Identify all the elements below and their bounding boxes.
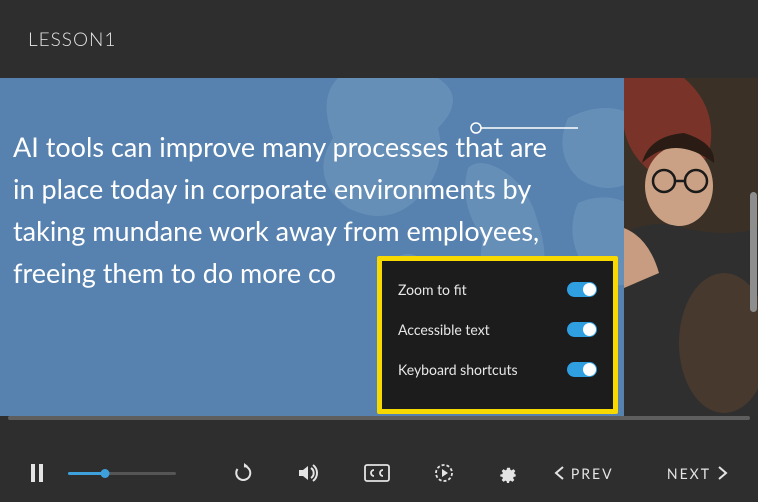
settings-button[interactable] <box>498 463 518 483</box>
playback-speed-icon <box>434 463 454 483</box>
vertical-scrollbar[interactable] <box>750 192 757 312</box>
chevron-left-icon <box>554 466 565 480</box>
settings-panel: Zoom to fit Accessible text Keyboard sho… <box>377 256 618 414</box>
slide-progress-strip <box>8 416 750 420</box>
cc-icon <box>364 463 390 483</box>
lesson-title: LESSON1 <box>28 28 116 51</box>
prev-button[interactable]: PREV <box>554 465 614 482</box>
volume-button[interactable] <box>298 463 320 483</box>
playback-speed-button[interactable] <box>434 463 454 483</box>
replay-button[interactable] <box>234 463 254 483</box>
slide-photo <box>624 78 758 416</box>
player-frame: LESSON1 AI tools can improve ma <box>0 0 758 502</box>
next-label: NEXT <box>667 465 711 482</box>
settings-row-keyboard-shortcuts: Keyboard shortcuts <box>398 361 597 378</box>
settings-row-accessible-text: Accessible text <box>398 321 597 338</box>
prev-label: PREV <box>571 465 614 482</box>
pause-icon <box>30 464 44 482</box>
toggle-accessible-text[interactable] <box>567 322 597 337</box>
chevron-right-icon <box>717 466 728 480</box>
seek-fill <box>68 472 105 475</box>
next-button[interactable]: NEXT <box>667 465 728 482</box>
toggle-keyboard-shortcuts[interactable] <box>567 362 597 377</box>
seek-handle[interactable] <box>100 469 109 478</box>
captions-button[interactable] <box>364 463 390 483</box>
player-controls: PREV NEXT <box>0 444 758 502</box>
pause-button[interactable] <box>30 464 44 482</box>
settings-label: Keyboard shortcuts <box>398 361 518 378</box>
settings-row-zoom: Zoom to fit <box>398 281 597 298</box>
settings-label: Zoom to fit <box>398 281 467 298</box>
replay-icon <box>234 463 254 483</box>
volume-icon <box>298 463 320 483</box>
gear-icon <box>498 463 518 483</box>
settings-label: Accessible text <box>398 321 490 338</box>
seek-bar[interactable] <box>68 472 176 475</box>
toggle-zoom-to-fit[interactable] <box>567 282 597 297</box>
